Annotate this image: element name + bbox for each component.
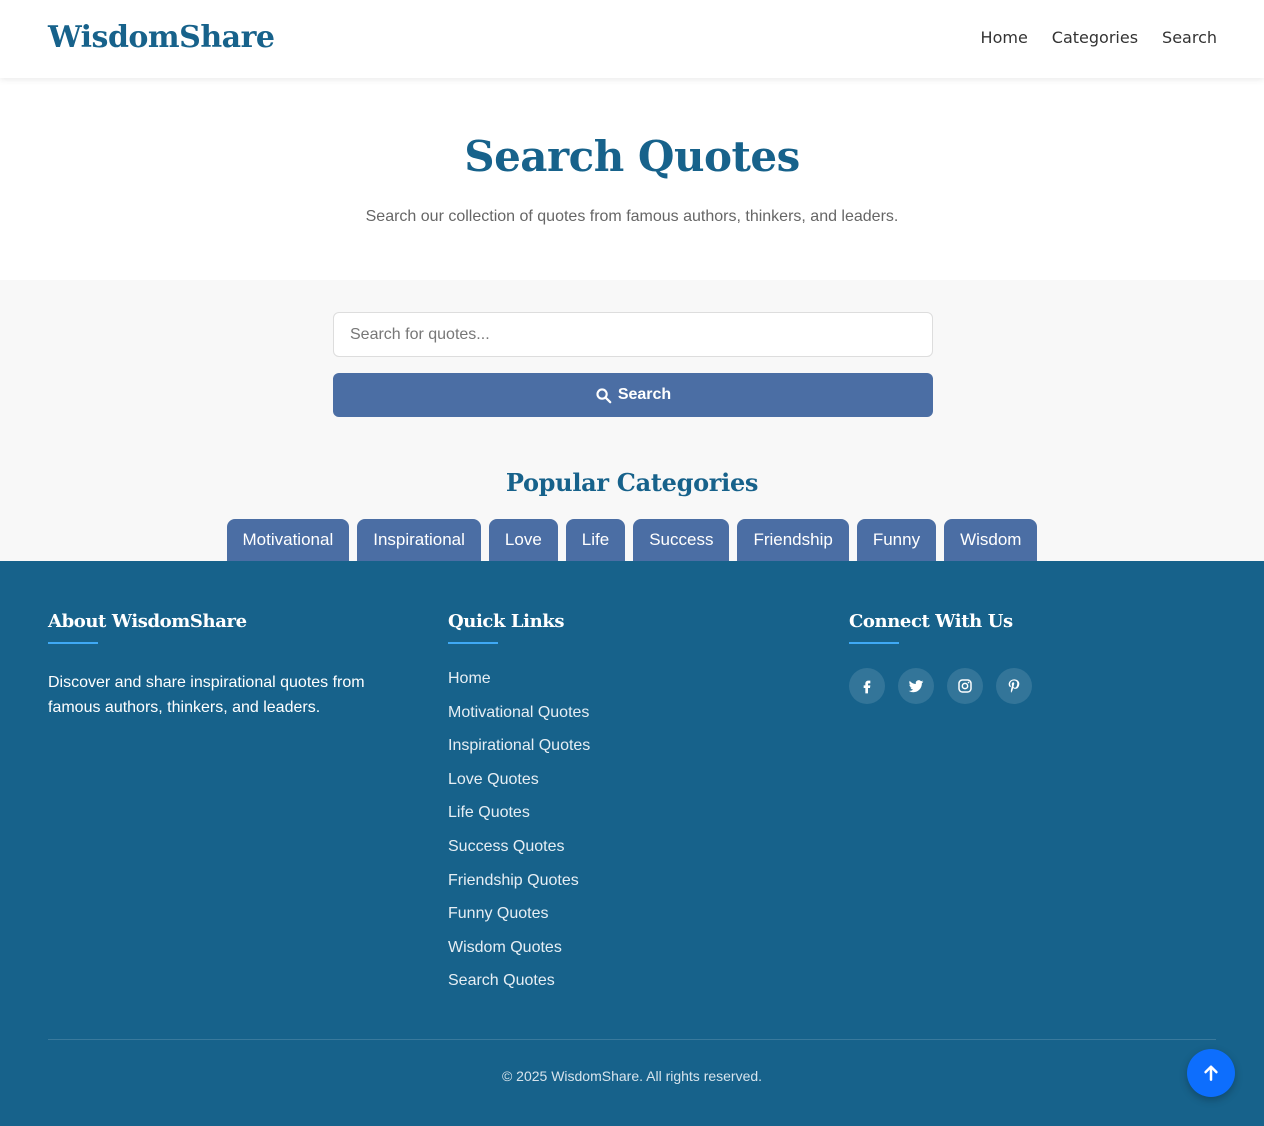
search-section: Search Popular Categories Motivational I… <box>0 280 1264 561</box>
footer-link-inspirational[interactable]: Inspirational Quotes <box>448 737 590 754</box>
nav-home[interactable]: Home <box>981 28 1028 47</box>
page-subtitle: Search our collection of quotes from fam… <box>365 208 899 225</box>
social-links <box>849 668 1032 704</box>
category-motivational[interactable]: Motivational <box>226 519 350 561</box>
list-item: Wisdom Quotes <box>448 939 590 973</box>
site-footer: About WisdomShare Discover and share ins… <box>0 561 1264 1126</box>
search-input[interactable] <box>333 312 933 357</box>
connect-underline <box>849 642 899 644</box>
list-item: Home <box>448 670 590 704</box>
category-friendship[interactable]: Friendship <box>737 519 849 561</box>
footer-link-motivational[interactable]: Motivational Quotes <box>448 704 589 721</box>
quick-links-list: Home Motivational Quotes Inspirational Q… <box>448 670 590 1006</box>
search-icon <box>596 387 612 403</box>
footer-link-search[interactable]: Search Quotes <box>448 972 555 989</box>
quick-links-underline <box>448 642 498 644</box>
footer-about: About WisdomShare Discover and share ins… <box>48 611 388 720</box>
category-love[interactable]: Love <box>488 519 558 561</box>
page-title: Search Quotes <box>464 132 800 181</box>
instagram-link[interactable] <box>947 668 983 704</box>
hero-section: Search Quotes Search our collection of q… <box>0 78 1264 280</box>
pinterest-icon <box>1008 679 1020 693</box>
twitter-link[interactable] <box>898 668 934 704</box>
list-item: Success Quotes <box>448 838 590 872</box>
category-list: Motivational Inspirational Love Life Suc… <box>0 519 1264 561</box>
footer-connect: Connect With Us <box>849 611 1032 704</box>
list-item: Motivational Quotes <box>448 704 590 738</box>
copyright-text: © 2025 WisdomShare. All rights reserved. <box>501 1068 763 1084</box>
footer-link-love[interactable]: Love Quotes <box>448 771 539 788</box>
footer-link-home[interactable]: Home <box>448 670 491 687</box>
connect-title: Connect With Us <box>849 611 1013 632</box>
footer-link-life[interactable]: Life Quotes <box>448 804 530 821</box>
popular-categories-title: Popular Categories <box>505 468 759 497</box>
footer-divider <box>48 1039 1216 1040</box>
list-item: Inspirational Quotes <box>448 737 590 771</box>
category-inspirational[interactable]: Inspirational <box>357 519 481 561</box>
footer-quick-links: Quick Links Home Motivational Quotes Ins… <box>448 611 590 1006</box>
list-item: Search Quotes <box>448 972 590 1006</box>
about-text: Discover and share inspirational quotes … <box>48 674 365 716</box>
site-header: WisdomShare Home Categories Search <box>0 0 1264 78</box>
category-life[interactable]: Life <box>565 519 626 561</box>
brand-logo[interactable]: WisdomShare <box>48 20 275 55</box>
nav-categories[interactable]: Categories <box>1052 28 1138 47</box>
category-funny[interactable]: Funny <box>856 519 937 561</box>
main-nav: Home Categories Search <box>981 28 1217 47</box>
list-item: Love Quotes <box>448 771 590 805</box>
pinterest-link[interactable] <box>996 668 1032 704</box>
about-title: About WisdomShare <box>48 611 247 632</box>
nav-search[interactable]: Search <box>1162 28 1217 47</box>
list-item: Life Quotes <box>448 804 590 838</box>
arrow-up-icon <box>1204 1065 1218 1081</box>
footer-link-success[interactable]: Success Quotes <box>448 838 565 855</box>
instagram-icon <box>958 679 972 693</box>
twitter-icon <box>908 680 924 693</box>
facebook-link[interactable] <box>849 668 885 704</box>
search-button-label: Search <box>617 386 672 403</box>
category-wisdom[interactable]: Wisdom <box>944 519 1038 561</box>
facebook-icon <box>863 680 871 694</box>
back-to-top-button[interactable] <box>1187 1049 1235 1097</box>
footer-link-wisdom[interactable]: Wisdom Quotes <box>448 939 562 956</box>
about-underline <box>48 642 98 644</box>
search-button[interactable]: Search <box>333 373 933 417</box>
footer-link-friendship[interactable]: Friendship Quotes <box>448 872 579 889</box>
footer-link-funny[interactable]: Funny Quotes <box>448 905 549 922</box>
quick-links-title: Quick Links <box>448 611 565 632</box>
category-success[interactable]: Success <box>633 519 730 561</box>
list-item: Friendship Quotes <box>448 872 590 906</box>
list-item: Funny Quotes <box>448 905 590 939</box>
